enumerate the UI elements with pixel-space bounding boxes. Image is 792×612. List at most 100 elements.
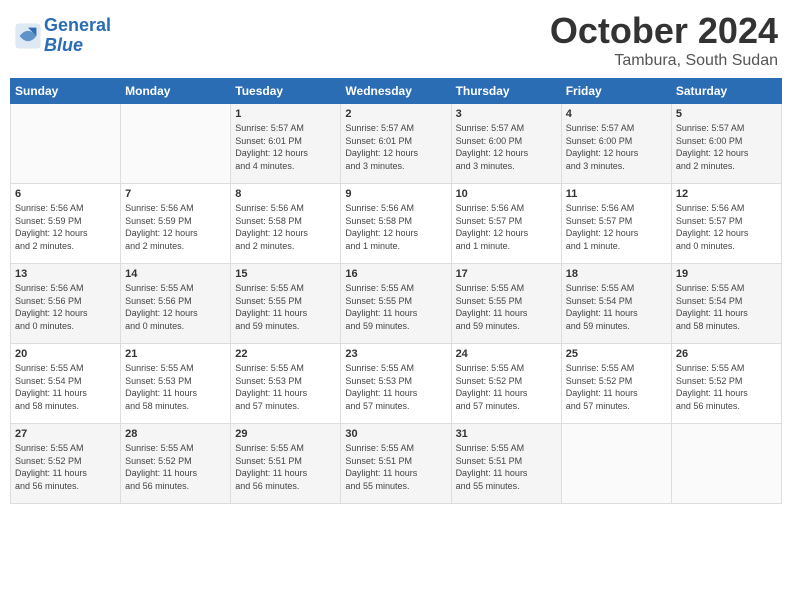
calendar-cell: 27 Sunrise: 5:55 AM Sunset: 5:52 PM Dayli…	[11, 424, 121, 504]
day-info: Sunrise: 5:57 AM Sunset: 6:00 PM Dayligh…	[566, 122, 667, 172]
calendar-cell: 8 Sunrise: 5:56 AM Sunset: 5:58 PM Daylig…	[231, 184, 341, 264]
day-info: Sunrise: 5:55 AM Sunset: 5:51 PM Dayligh…	[456, 442, 557, 492]
day-info: Sunrise: 5:56 AM Sunset: 5:59 PM Dayligh…	[15, 202, 116, 252]
day-info: Sunrise: 5:55 AM Sunset: 5:53 PM Dayligh…	[345, 362, 446, 412]
calendar-cell: 31 Sunrise: 5:55 AM Sunset: 5:51 PM Dayli…	[451, 424, 561, 504]
day-info: Sunrise: 5:56 AM Sunset: 5:58 PM Dayligh…	[345, 202, 446, 252]
day-number: 30	[345, 428, 446, 440]
day-info: Sunrise: 5:57 AM Sunset: 6:01 PM Dayligh…	[345, 122, 446, 172]
day-info: Sunrise: 5:55 AM Sunset: 5:54 PM Dayligh…	[566, 282, 667, 332]
day-info: Sunrise: 5:56 AM Sunset: 5:56 PM Dayligh…	[15, 282, 116, 332]
calendar-cell: 14Sunrise: 5:55 AM Sunset: 5:56 PM Dayli…	[121, 264, 231, 344]
calendar-cell: 21 Sunrise: 5:55 AM Sunset: 5:53 PM Dayli…	[121, 344, 231, 424]
calendar-cell: 28 Sunrise: 5:55 AM Sunset: 5:52 PM Dayli…	[121, 424, 231, 504]
day-number: 23	[345, 348, 446, 360]
calendar-cell	[561, 424, 671, 504]
day-number: 29	[235, 428, 336, 440]
day-number: 14	[125, 268, 226, 280]
weekday-header: Wednesday	[341, 79, 451, 104]
day-info: Sunrise: 5:55 AM Sunset: 5:52 PM Dayligh…	[676, 362, 777, 412]
calendar-cell	[671, 424, 781, 504]
day-number: 27	[15, 428, 116, 440]
calendar-cell: 23 Sunrise: 5:55 AM Sunset: 5:53 PM Dayli…	[341, 344, 451, 424]
day-info: Sunrise: 5:57 AM Sunset: 6:00 PM Dayligh…	[456, 122, 557, 172]
calendar-cell: 1Sunrise: 5:57 AM Sunset: 6:01 PM Daylig…	[231, 104, 341, 184]
calendar-week-row: 6 Sunrise: 5:56 AM Sunset: 5:59 PM Daylig…	[11, 184, 782, 264]
day-info: Sunrise: 5:57 AM Sunset: 6:01 PM Dayligh…	[235, 122, 336, 172]
day-number: 6	[15, 188, 116, 200]
calendar-cell: 11 Sunrise: 5:56 AM Sunset: 5:57 PM Dayli…	[561, 184, 671, 264]
calendar-cell: 2 Sunrise: 5:57 AM Sunset: 6:01 PM Daylig…	[341, 104, 451, 184]
day-number: 9	[345, 188, 446, 200]
page-header: General Blue October 2024 Tambura, South…	[10, 10, 782, 70]
day-info: Sunrise: 5:55 AM Sunset: 5:53 PM Dayligh…	[125, 362, 226, 412]
calendar-cell: 24 Sunrise: 5:55 AM Sunset: 5:52 PM Dayli…	[451, 344, 561, 424]
calendar-cell: 16 Sunrise: 5:55 AM Sunset: 5:55 PM Dayli…	[341, 264, 451, 344]
day-number: 20	[15, 348, 116, 360]
calendar-cell: 6 Sunrise: 5:56 AM Sunset: 5:59 PM Daylig…	[11, 184, 121, 264]
day-info: Sunrise: 5:56 AM Sunset: 5:58 PM Dayligh…	[235, 202, 336, 252]
day-number: 24	[456, 348, 557, 360]
calendar-cell: 12 Sunrise: 5:56 AM Sunset: 5:57 PM Dayli…	[671, 184, 781, 264]
day-info: Sunrise: 5:55 AM Sunset: 5:55 PM Dayligh…	[456, 282, 557, 332]
day-number: 19	[676, 268, 777, 280]
calendar-week-row: 1Sunrise: 5:57 AM Sunset: 6:01 PM Daylig…	[11, 104, 782, 184]
calendar-cell	[121, 104, 231, 184]
day-number: 13	[15, 268, 116, 280]
calendar-cell: 9 Sunrise: 5:56 AM Sunset: 5:58 PM Daylig…	[341, 184, 451, 264]
day-info: Sunrise: 5:55 AM Sunset: 5:55 PM Dayligh…	[345, 282, 446, 332]
weekday-header: Saturday	[671, 79, 781, 104]
day-number: 2	[345, 108, 446, 120]
calendar-cell: 20 Sunrise: 5:55 AM Sunset: 5:54 PM Dayli…	[11, 344, 121, 424]
location-title: Tambura, South Sudan	[550, 52, 778, 70]
day-number: 31	[456, 428, 557, 440]
calendar-cell: 29 Sunrise: 5:55 AM Sunset: 5:51 PM Dayli…	[231, 424, 341, 504]
calendar-cell: 15Sunrise: 5:55 AM Sunset: 5:55 PM Dayli…	[231, 264, 341, 344]
calendar-cell: 3 Sunrise: 5:57 AM Sunset: 6:00 PM Daylig…	[451, 104, 561, 184]
calendar-header-row: SundayMondayTuesdayWednesdayThursdayFrid…	[11, 79, 782, 104]
day-info: Sunrise: 5:56 AM Sunset: 5:57 PM Dayligh…	[676, 202, 777, 252]
calendar-cell: 7Sunrise: 5:56 AM Sunset: 5:59 PM Daylig…	[121, 184, 231, 264]
day-number: 16	[345, 268, 446, 280]
day-info: Sunrise: 5:55 AM Sunset: 5:52 PM Dayligh…	[456, 362, 557, 412]
day-number: 12	[676, 188, 777, 200]
logo: General Blue	[14, 16, 111, 56]
calendar-cell: 13 Sunrise: 5:56 AM Sunset: 5:56 PM Dayli…	[11, 264, 121, 344]
calendar-week-row: 27 Sunrise: 5:55 AM Sunset: 5:52 PM Dayli…	[11, 424, 782, 504]
day-number: 3	[456, 108, 557, 120]
day-info: Sunrise: 5:55 AM Sunset: 5:52 PM Dayligh…	[125, 442, 226, 492]
day-info: Sunrise: 5:55 AM Sunset: 5:54 PM Dayligh…	[15, 362, 116, 412]
weekday-header: Sunday	[11, 79, 121, 104]
day-info: Sunrise: 5:55 AM Sunset: 5:51 PM Dayligh…	[235, 442, 336, 492]
day-number: 8	[235, 188, 336, 200]
weekday-header: Friday	[561, 79, 671, 104]
day-info: Sunrise: 5:56 AM Sunset: 5:57 PM Dayligh…	[566, 202, 667, 252]
title-block: October 2024 Tambura, South Sudan	[550, 10, 778, 70]
day-info: Sunrise: 5:55 AM Sunset: 5:51 PM Dayligh…	[345, 442, 446, 492]
calendar-cell: 26Sunrise: 5:55 AM Sunset: 5:52 PM Dayli…	[671, 344, 781, 424]
day-number: 18	[566, 268, 667, 280]
day-number: 10	[456, 188, 557, 200]
day-number: 11	[566, 188, 667, 200]
calendar-table: SundayMondayTuesdayWednesdayThursdayFrid…	[10, 78, 782, 504]
calendar-cell	[11, 104, 121, 184]
day-number: 22	[235, 348, 336, 360]
day-number: 25	[566, 348, 667, 360]
calendar-cell: 18 Sunrise: 5:55 AM Sunset: 5:54 PM Dayli…	[561, 264, 671, 344]
day-number: 28	[125, 428, 226, 440]
weekday-header: Monday	[121, 79, 231, 104]
day-info: Sunrise: 5:55 AM Sunset: 5:52 PM Dayligh…	[15, 442, 116, 492]
month-title: October 2024	[550, 10, 778, 52]
calendar-cell: 30 Sunrise: 5:55 AM Sunset: 5:51 PM Dayli…	[341, 424, 451, 504]
day-info: Sunrise: 5:55 AM Sunset: 5:52 PM Dayligh…	[566, 362, 667, 412]
day-info: Sunrise: 5:55 AM Sunset: 5:54 PM Dayligh…	[676, 282, 777, 332]
day-info: Sunrise: 5:55 AM Sunset: 5:53 PM Dayligh…	[235, 362, 336, 412]
calendar-cell: 5Sunrise: 5:57 AM Sunset: 6:00 PM Daylig…	[671, 104, 781, 184]
calendar-cell: 4 Sunrise: 5:57 AM Sunset: 6:00 PM Daylig…	[561, 104, 671, 184]
calendar-week-row: 13 Sunrise: 5:56 AM Sunset: 5:56 PM Dayli…	[11, 264, 782, 344]
weekday-header: Thursday	[451, 79, 561, 104]
day-info: Sunrise: 5:56 AM Sunset: 5:57 PM Dayligh…	[456, 202, 557, 252]
day-number: 4	[566, 108, 667, 120]
day-number: 21	[125, 348, 226, 360]
calendar-cell: 22 Sunrise: 5:55 AM Sunset: 5:53 PM Dayli…	[231, 344, 341, 424]
